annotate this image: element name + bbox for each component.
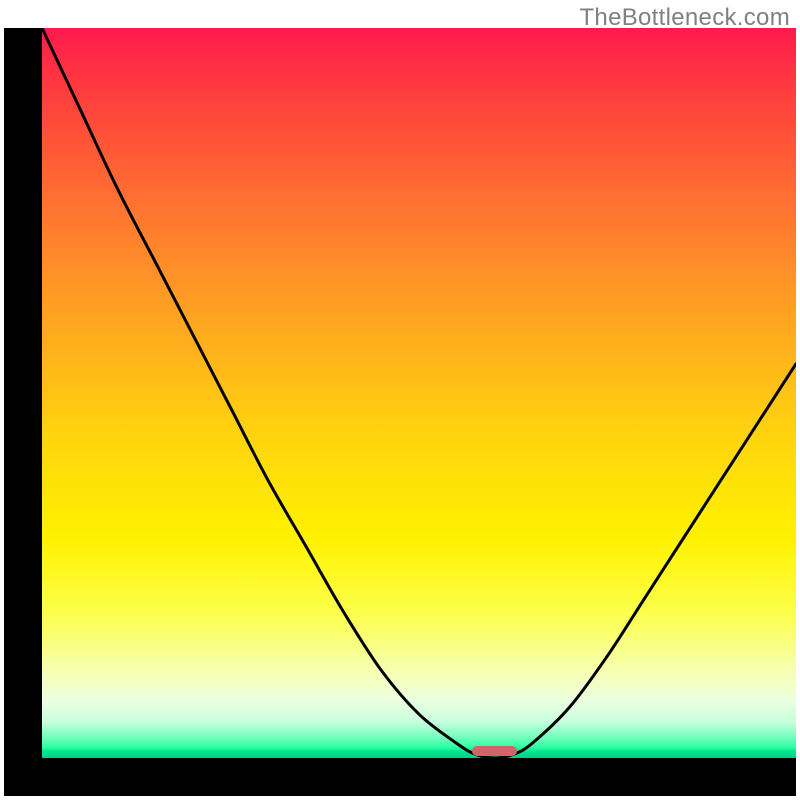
optimal-marker (472, 746, 517, 756)
plot-area (42, 28, 796, 758)
bottleneck-curve (42, 28, 796, 758)
chart-stage: TheBottleneck.com (0, 0, 800, 800)
plot-frame (4, 28, 796, 796)
plot-outer-border (4, 28, 796, 796)
